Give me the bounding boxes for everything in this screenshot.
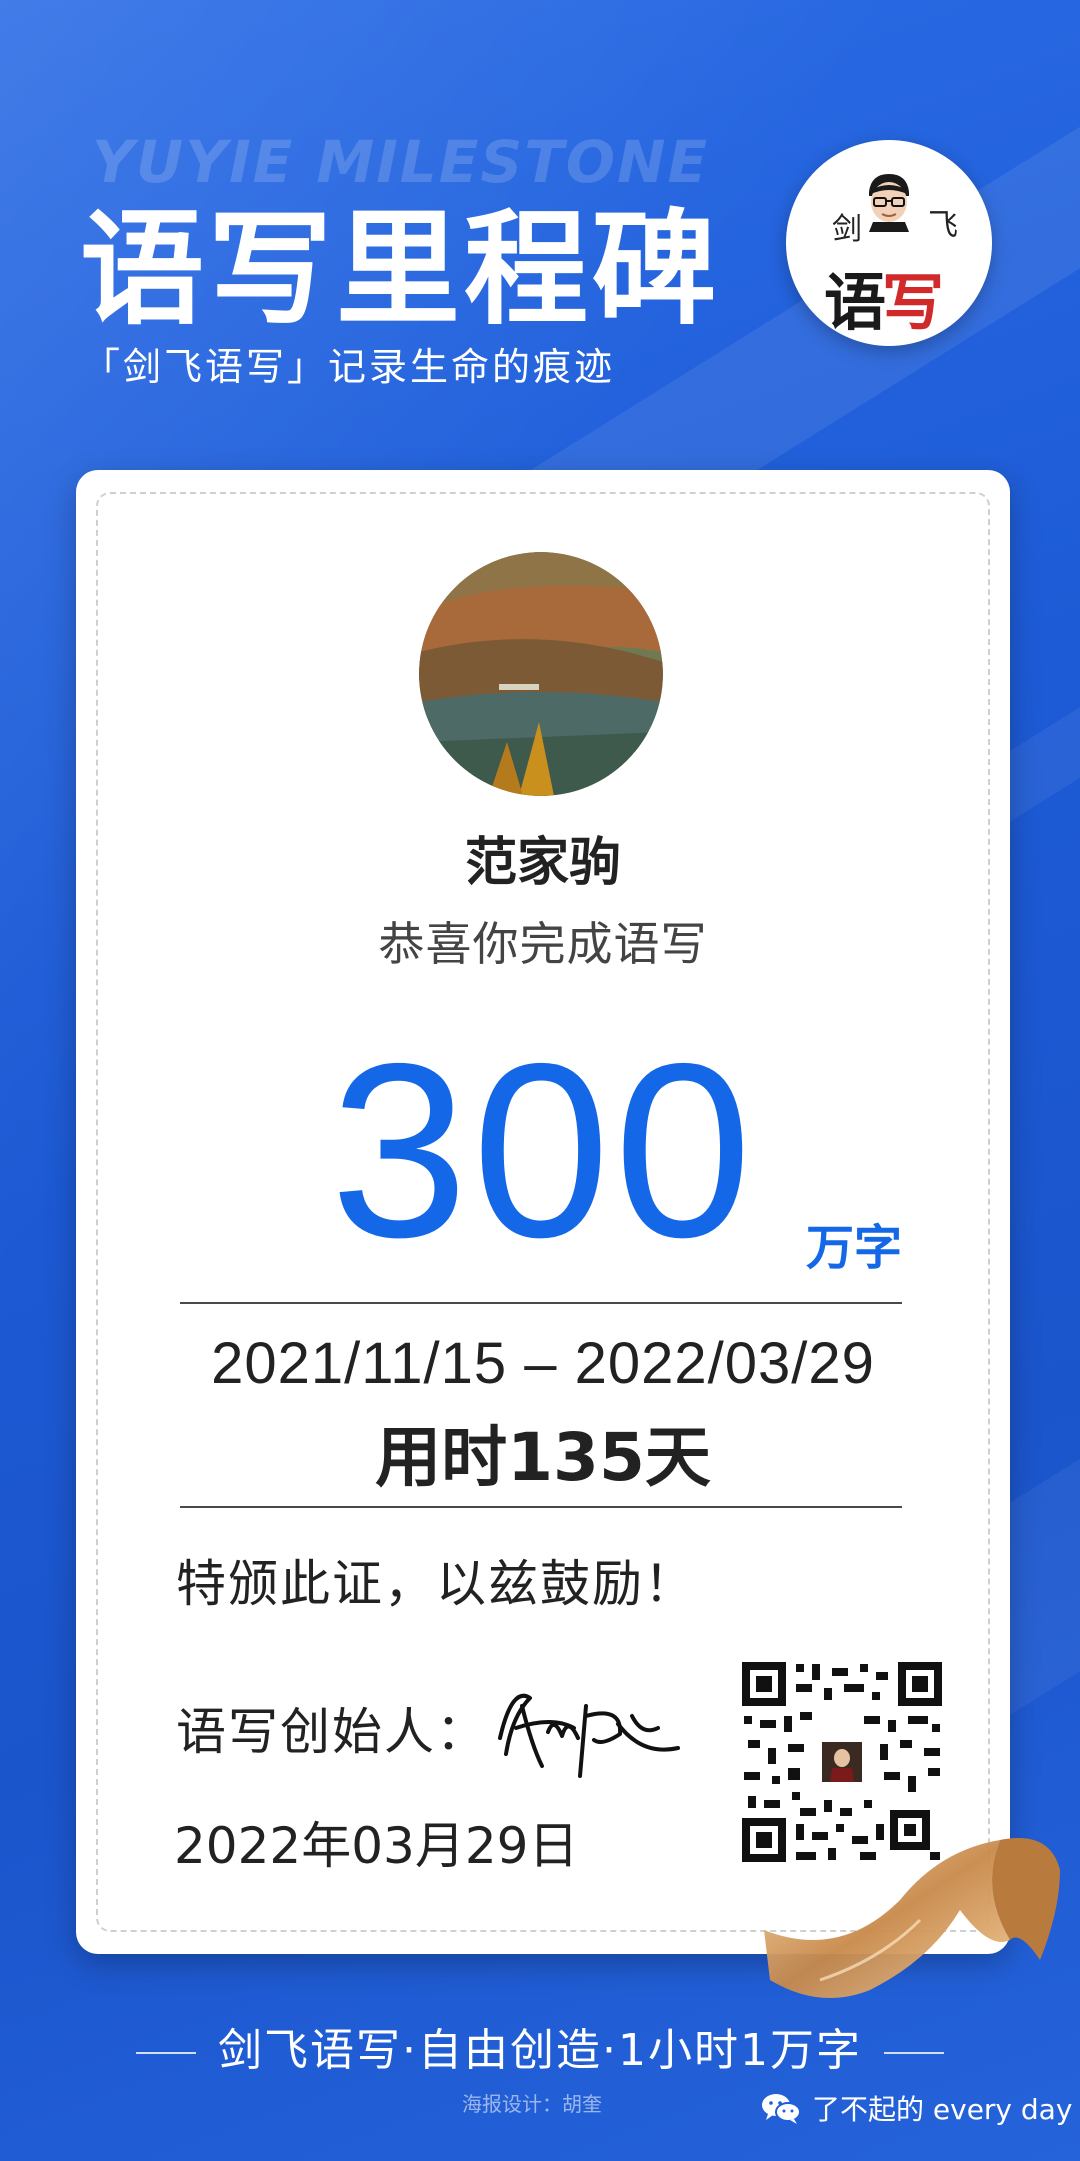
gold-ribbon-icon [764, 1838, 1060, 1998]
word-count-unit: 万字 [806, 1220, 903, 1276]
signed-date: 2022年03月29日 [174, 1817, 579, 1875]
duration-text: 用时135天 [375, 1419, 711, 1496]
logo-char-xie: 写 [882, 266, 944, 339]
avatar [419, 552, 663, 796]
divider [180, 1506, 902, 1508]
logo-char-jian: 剑 [832, 212, 862, 247]
design-credit: 海报设计：胡奎 [462, 2092, 602, 2116]
date-range: 2021/11/15 – 2022/03/29 [211, 1331, 875, 1396]
poster-subtitle: 「剑飞语写」记录生命的痕迹 [82, 345, 616, 389]
user-name: 范家驹 [464, 833, 621, 893]
divider [180, 1302, 902, 1304]
certificate-card: 范家驹 恭喜你完成语写 300 万字 2021/11/15 – 2022/03/… [76, 470, 1010, 1954]
slogan-text: 剑飞语写·自由创造·1小时1万字 [218, 2025, 862, 2076]
wechat-icon [762, 2094, 801, 2124]
founder-portrait-icon [869, 174, 909, 232]
slogan-left-line [136, 2052, 197, 2054]
wechat-account-name: 了不起的 every day [812, 2093, 1073, 2126]
brand-logo: 剑 飞 语写 [786, 140, 992, 346]
slogan-right-line [883, 2052, 944, 2054]
signature-icon [498, 1693, 680, 1778]
poster-title: 语写里程碑 [80, 198, 721, 342]
footer-slogan: 剑飞语写·自由创造·1小时1万字 [0, 2014, 1080, 2078]
logo-char-fei: 飞 [928, 208, 958, 243]
logo-wordmark: 语写 [824, 252, 944, 342]
congrats-text: 恭喜你完成语写 [378, 917, 708, 971]
logo-char-yu: 语 [824, 266, 886, 339]
founder-label: 语写创始人： [176, 1703, 488, 1761]
certificate-text: 特颁此证，以兹鼓励！ [176, 1555, 696, 1613]
wechat-source: 了不起的 every day [760, 2088, 1072, 2128]
